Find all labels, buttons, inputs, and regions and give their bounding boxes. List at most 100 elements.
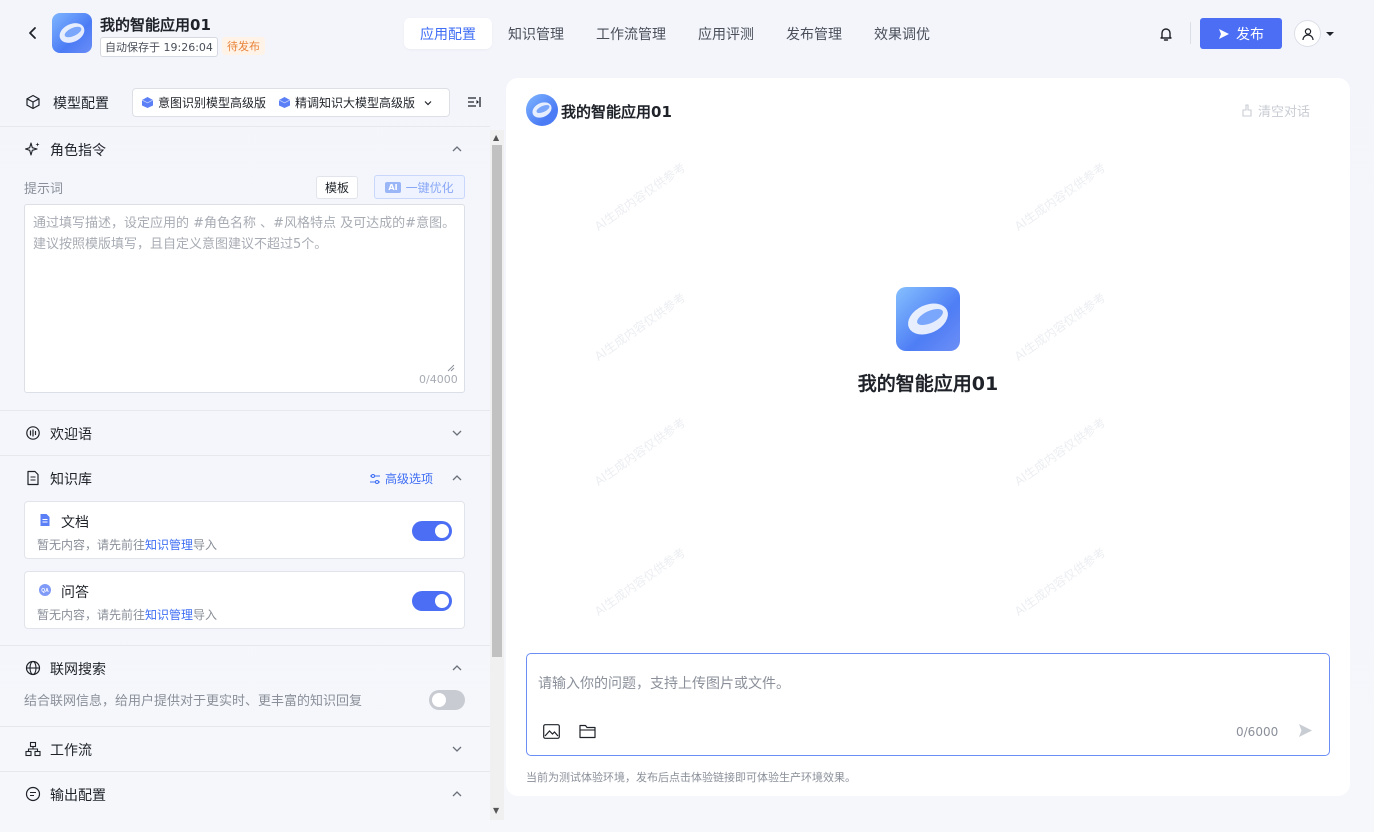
section-kb-title: 知识库 [50, 472, 92, 488]
chevron-up-icon [452, 146, 462, 152]
image-upload-icon[interactable] [543, 724, 560, 739]
section-welcome-title: 欢迎语 [50, 427, 92, 443]
section-workflow-header[interactable]: 工作流 [0, 727, 490, 771]
scroll-up-arrow-icon[interactable]: ▲ [493, 133, 499, 142]
center-app-logo [896, 287, 960, 351]
kb-card-title: 问答 [61, 585, 89, 601]
web-search-toggle[interactable] [429, 690, 465, 710]
send-icon [1219, 28, 1229, 39]
model-select[interactable]: 意图识别模型高级版 精调知识大模型高级版 [132, 88, 450, 117]
section-role-header[interactable]: 角色指令 [0, 127, 490, 171]
chevron-down-icon [424, 100, 432, 105]
chat-preview-panel: 我的智能应用01 清空对话 AI生成内容仅供参考 AI生成内容仅供参考 AI生成… [506, 78, 1350, 796]
watermark: AI生成内容仅供参考 [592, 545, 689, 619]
tab-knowledge[interactable]: 知识管理 [492, 18, 580, 49]
prompt-char-count: 0/4000 [419, 373, 458, 386]
watermark: AI生成内容仅供参考 [1012, 160, 1109, 234]
qa-toggle[interactable] [412, 591, 452, 611]
advanced-options-button[interactable]: 高级选项 [369, 470, 433, 487]
folder-upload-icon[interactable] [579, 723, 596, 739]
tab-publish-manage[interactable]: 发布管理 [770, 18, 858, 49]
center-app-title: 我的智能应用01 [857, 373, 999, 395]
chat-app-logo [526, 94, 558, 126]
advanced-options-label: 高级选项 [385, 472, 434, 486]
publish-button[interactable]: 发布 [1200, 18, 1282, 49]
bell-icon[interactable] [1156, 24, 1176, 44]
chat-input[interactable]: 请输入你的问题，支持上传图片或文件。 0/6000 [526, 653, 1330, 756]
optimize-button[interactable]: AI 一键优化 [374, 175, 465, 199]
chevron-up-icon [452, 475, 462, 481]
watermark: AI生成内容仅供参考 [1012, 545, 1109, 619]
watermark: AI生成内容仅供参考 [1012, 290, 1109, 364]
caret-down-icon [1326, 31, 1334, 36]
section-welcome-header[interactable]: 欢迎语 [0, 411, 490, 455]
kb-card-title: 文档 [61, 515, 89, 531]
doc-file-icon [40, 514, 50, 526]
tab-evaluation[interactable]: 应用评测 [682, 18, 770, 49]
section-web-title: 联网搜索 [50, 662, 106, 678]
knowledge-manage-link[interactable]: 知识管理 [145, 538, 193, 552]
qa-icon: QA [39, 584, 51, 596]
send-icon[interactable] [1298, 723, 1313, 738]
output-icon [25, 786, 41, 802]
chat-title: 我的智能应用01 [561, 103, 672, 121]
section-output-title: 输出配置 [50, 788, 106, 804]
svg-text:QA: QA [41, 588, 49, 594]
model-chip: 意图识别模型高级版 [141, 94, 266, 111]
template-button[interactable]: 模板 [316, 176, 358, 199]
back-icon[interactable] [22, 22, 44, 44]
avatar [1294, 20, 1321, 47]
config-panel: 模型配置 意图识别模型高级版 精调知识大模型高级版 角色指令 提示词 模板 AI… [0, 78, 490, 832]
model-name: 意图识别模型高级版 [158, 96, 267, 110]
kb-card-qa: QA 问答 暂无内容，请先前往知识管理导入 [24, 571, 465, 629]
chevron-up-icon [452, 791, 462, 797]
model-name: 精调知识大模型高级版 [295, 96, 416, 110]
ai-icon: AI [385, 181, 401, 193]
broom-icon [1242, 104, 1252, 117]
status-badge: 待发布 [222, 37, 265, 55]
docs-toggle[interactable] [412, 521, 452, 541]
watermark: AI生成内容仅供参考 [592, 160, 689, 234]
prompt-label: 提示词 [24, 182, 64, 197]
kb-card-desc: 暂无内容，请先前往知识管理导入 [37, 608, 218, 622]
scrollbar-thumb[interactable] [492, 145, 502, 657]
main-tabs: 应用配置 知识管理 工作流管理 应用评测 发布管理 效果调优 [404, 18, 946, 49]
collapse-panel-icon[interactable] [466, 94, 482, 110]
scroll-down-arrow-icon[interactable]: ▼ [493, 806, 499, 815]
app-title: 我的智能应用01 [100, 16, 211, 34]
model-config-row: 模型配置 意图识别模型高级版 精调知识大模型高级版 [0, 78, 490, 126]
publish-label: 发布 [1236, 26, 1264, 43]
config-scroll-area[interactable]: 角色指令 提示词 模板 AI 一键优化 通过填写描述，设定应用的 #角色名称 、… [0, 127, 490, 832]
watermark: AI生成内容仅供参考 [592, 290, 689, 364]
sliders-icon [370, 473, 380, 484]
optimize-label: 一键优化 [405, 180, 454, 195]
model-cube-icon [141, 97, 154, 108]
kb-card-desc: 暂无内容，请先前往知识管理导入 [37, 538, 218, 552]
prompt-textarea[interactable]: 通过填写描述，设定应用的 #角色名称 、#风格特点 及可达成的#意图。 建议按照… [24, 204, 465, 393]
knowledge-manage-link[interactable]: 知识管理 [145, 608, 193, 622]
model-cube-icon [278, 97, 291, 108]
model-config-label: 模型配置 [53, 96, 109, 112]
section-workflow-title: 工作流 [50, 743, 92, 759]
section-web-header[interactable]: 联网搜索 [0, 646, 490, 690]
tab-workflow[interactable]: 工作流管理 [580, 18, 682, 49]
chevron-up-icon [452, 665, 462, 671]
user-menu[interactable] [1294, 20, 1335, 47]
section-kb-header[interactable]: 知识库 高级选项 [0, 456, 490, 500]
watermark: AI生成内容仅供参考 [592, 415, 689, 489]
resize-handle-icon[interactable] [447, 364, 455, 372]
top-header: 我的智能应用01 自动保存于 19:26:04 待发布 应用配置 知识管理 工作… [0, 0, 1374, 68]
clear-chat-button[interactable]: 清空对话 [1241, 101, 1310, 120]
globe-icon [25, 660, 41, 676]
tab-app-config[interactable]: 应用配置 [404, 18, 492, 49]
chevron-down-icon [452, 430, 462, 436]
cube-icon [26, 94, 40, 110]
chat-input-placeholder: 请输入你的问题，支持上传图片或文件。 [538, 676, 790, 692]
chevron-down-icon [452, 746, 462, 752]
section-output-header[interactable]: 输出配置 [0, 772, 490, 816]
clear-chat-label: 清空对话 [1258, 105, 1311, 120]
tab-tuning[interactable]: 效果调优 [858, 18, 946, 49]
header-divider [1190, 22, 1191, 44]
sparkle-icon [25, 142, 40, 156]
chat-char-count: 0/6000 [1236, 725, 1279, 739]
